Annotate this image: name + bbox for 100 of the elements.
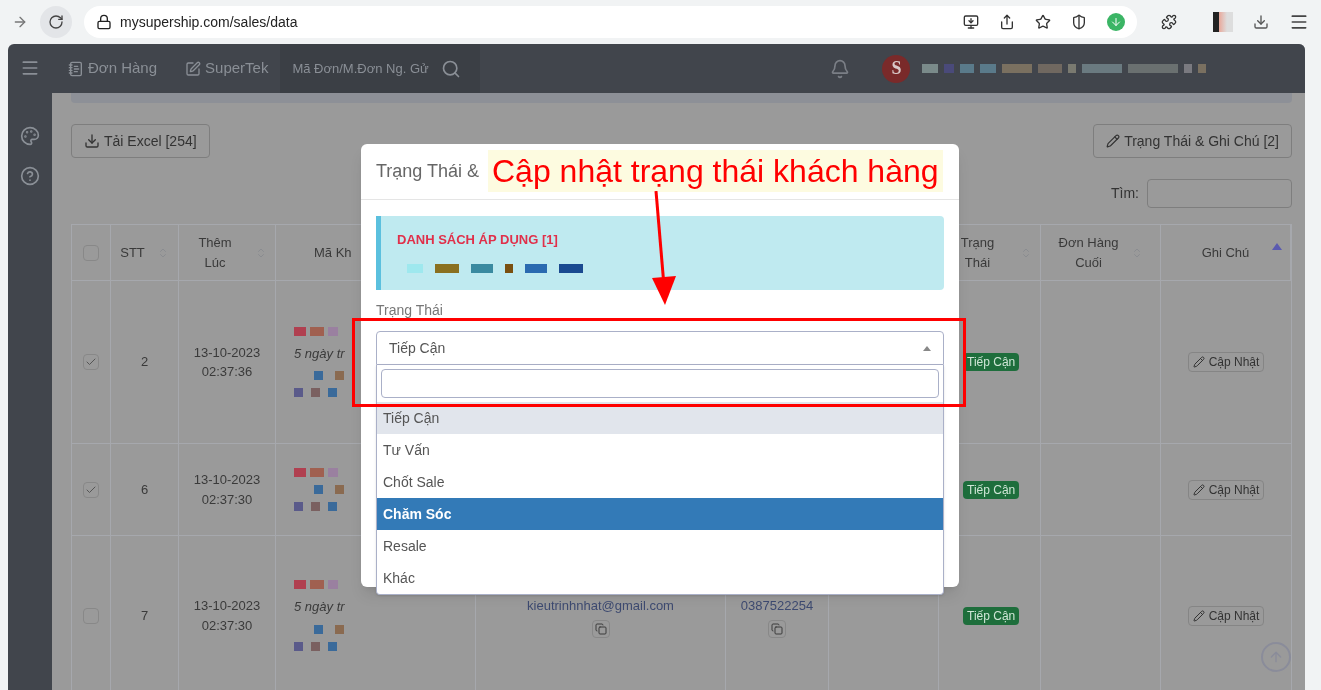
table-cell-text: 7 bbox=[140, 606, 149, 625]
status-select[interactable]: Tiếp Cận bbox=[376, 331, 944, 365]
shield-icon[interactable] bbox=[1071, 14, 1087, 30]
lock-icon bbox=[96, 14, 112, 30]
table-cell-text: 2 bbox=[140, 353, 149, 372]
redacted-block bbox=[294, 580, 306, 590]
excel-download-button[interactable]: Tải Excel [254] bbox=[71, 124, 210, 158]
time-ago-text: 5 ngày tr bbox=[294, 598, 345, 617]
redacted-block bbox=[505, 263, 513, 273]
share-icon[interactable] bbox=[999, 14, 1015, 30]
status-badge: Tiếp Cận bbox=[963, 353, 1020, 371]
dropdown-option[interactable]: Tư Vấn bbox=[377, 434, 943, 466]
reload-button[interactable] bbox=[40, 6, 72, 38]
table-cell-text: 02:37:36 bbox=[201, 363, 253, 381]
redacted-block bbox=[310, 468, 324, 477]
pencil-icon bbox=[1192, 609, 1205, 622]
table-cell-text: 02:37:30 bbox=[201, 616, 253, 635]
nav-item[interactable]: Đơn Hàng bbox=[56, 44, 170, 93]
redacted-block bbox=[944, 64, 955, 73]
status-note-button[interactable]: Trạng Thái & Ghi Chú [2] bbox=[1093, 124, 1292, 158]
modal-title: Trạng Thái & bbox=[376, 160, 480, 183]
download-icon bbox=[84, 133, 100, 149]
column-header: Đơn Hàng Cuối bbox=[1058, 234, 1119, 272]
redacted-block bbox=[1128, 64, 1179, 73]
column-header: Trạng Thái bbox=[959, 234, 996, 272]
search-label: Tìm: bbox=[1111, 184, 1139, 203]
status-badge: Tiếp Cận bbox=[963, 480, 1020, 499]
search-placeholder: Mã Đơn/M.Đơn Ng. Gử bbox=[292, 59, 429, 78]
help-icon[interactable] bbox=[20, 166, 40, 186]
pencil-icon bbox=[1192, 483, 1205, 496]
dropdown-search-field[interactable] bbox=[381, 369, 939, 398]
dropdown-option[interactable]: Resale bbox=[377, 530, 943, 562]
url-text: mysupership.com/sales/data bbox=[120, 12, 299, 32]
row-checkbox[interactable] bbox=[83, 481, 99, 498]
info-title: DANH SÁCH ÁP DỤNG [1] bbox=[397, 231, 559, 249]
dropdown-option[interactable]: Khác bbox=[377, 562, 943, 594]
download-extension-icon[interactable] bbox=[1107, 13, 1125, 31]
redacted-block bbox=[1038, 64, 1063, 73]
column-header: Ghi Chú bbox=[1200, 243, 1251, 262]
dropdown-option[interactable]: Chốt Sale bbox=[377, 466, 943, 498]
redacted-block bbox=[1002, 64, 1033, 73]
select-value: Tiếp Cận bbox=[389, 338, 446, 358]
redacted-block bbox=[471, 263, 493, 273]
palette-icon[interactable] bbox=[20, 126, 40, 146]
redacted-block bbox=[960, 64, 975, 73]
notebook-icon bbox=[68, 60, 84, 77]
reload-icon bbox=[48, 14, 64, 30]
extensions-icon[interactable] bbox=[1161, 14, 1177, 30]
redacted-block bbox=[922, 64, 939, 73]
row-checkbox[interactable] bbox=[83, 354, 99, 370]
browser-menu-icon[interactable] bbox=[1289, 12, 1309, 32]
copy-button[interactable] bbox=[768, 619, 786, 638]
phone-text: 0387522254 bbox=[740, 597, 814, 615]
redacted-block bbox=[435, 263, 459, 273]
update-button[interactable]: Cập Nhật bbox=[1187, 605, 1265, 626]
pencil-icon bbox=[1106, 134, 1121, 148]
star-icon[interactable] bbox=[1035, 14, 1051, 30]
annotation-label: Cập nhật trạng thái khách hàng bbox=[488, 150, 943, 192]
pencil-icon bbox=[1192, 356, 1205, 368]
field-label: Trạng Thái bbox=[376, 301, 443, 320]
avatar-logo[interactable]: S bbox=[882, 54, 911, 83]
redacted-block bbox=[407, 263, 423, 273]
sort-ascending-icon[interactable] bbox=[1272, 243, 1282, 250]
redacted-block bbox=[525, 263, 547, 273]
install-icon[interactable] bbox=[963, 14, 979, 30]
order-search-field[interactable]: Mã Đơn/M.Đơn Ng. Gử bbox=[280, 44, 481, 93]
time-ago-text: 5 ngày tr bbox=[294, 344, 345, 363]
column-header: Mã Kh bbox=[314, 243, 352, 262]
notification-bell-icon[interactable] bbox=[830, 58, 851, 79]
forward-icon[interactable] bbox=[12, 14, 28, 30]
dropdown-option[interactable]: Chăm Sóc bbox=[377, 498, 943, 530]
update-button[interactable]: Cập Nhật bbox=[1187, 479, 1265, 500]
search-icon[interactable] bbox=[440, 58, 461, 79]
table-cell-text: 13-10-2023 bbox=[193, 597, 261, 615]
check-icon bbox=[85, 356, 97, 368]
nav-item[interactable]: SuperTek bbox=[173, 44, 281, 93]
menu-icon[interactable] bbox=[20, 58, 40, 78]
table-cell-text: 13-10-2023 bbox=[193, 343, 261, 362]
redacted-block bbox=[310, 580, 324, 590]
redacted-block bbox=[310, 326, 324, 336]
redacted-block bbox=[1068, 64, 1077, 73]
column-header: STT bbox=[120, 243, 145, 262]
address-bar[interactable]: mysupership.com/sales/data bbox=[84, 6, 1137, 38]
copy-icon bbox=[771, 622, 783, 635]
profile-icon[interactable] bbox=[1213, 12, 1233, 32]
edit-icon bbox=[185, 60, 202, 77]
status-badge: Tiếp Cận bbox=[963, 606, 1020, 625]
column-header: Thêm Lúc bbox=[197, 234, 233, 272]
redacted-block bbox=[328, 326, 338, 336]
redacted-block bbox=[1082, 64, 1123, 73]
email-text: kieutrinhnhat@gmail.com bbox=[527, 597, 674, 615]
redacted-block bbox=[559, 263, 583, 273]
downloads-icon[interactable] bbox=[1253, 14, 1269, 30]
redacted-block bbox=[294, 326, 306, 336]
update-button[interactable]: Cập Nhật bbox=[1187, 352, 1265, 372]
copy-button[interactable] bbox=[591, 619, 610, 638]
redacted-block bbox=[328, 580, 338, 590]
table-cell-text: 02:37:30 bbox=[201, 490, 253, 509]
caret-up-icon bbox=[923, 345, 931, 351]
table-search-field[interactable] bbox=[1147, 179, 1292, 208]
